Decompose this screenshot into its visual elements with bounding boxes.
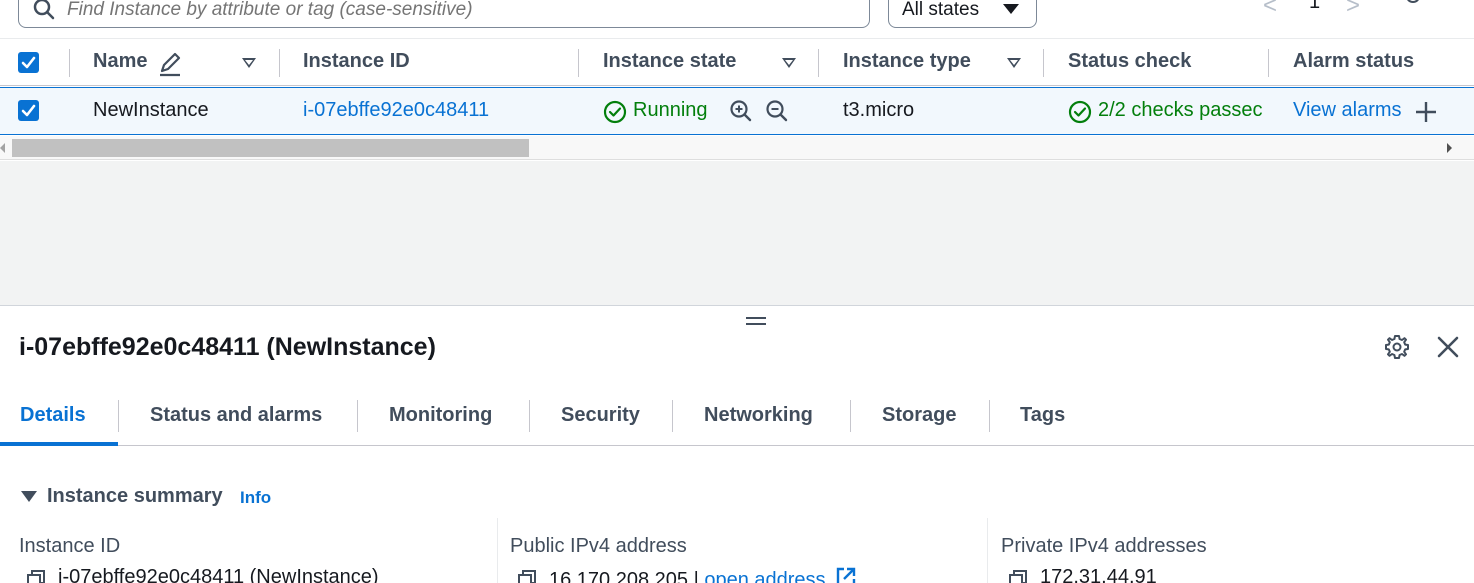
tab-separator [850,400,851,432]
table-empty-area [0,161,1474,306]
field-value-instance-id: i-07ebffe92e0c48411 (NewInstance) [58,566,379,583]
tab-separator [118,400,119,432]
tab-details[interactable]: Details [20,404,86,427]
open-address-link[interactable]: open address [704,569,825,583]
zoom-out-icon[interactable] [765,99,789,123]
horizontal-scrollbar[interactable] [0,136,1474,160]
column-header-name[interactable]: Name [93,50,147,73]
select-all-checkbox[interactable] [18,52,39,73]
sort-caret-icon[interactable] [1007,58,1021,68]
scrollbar-thumb[interactable] [12,139,529,157]
collapse-caret-icon[interactable] [21,491,37,502]
copy-icon[interactable] [1008,569,1028,583]
tab-separator [529,400,530,432]
tab-storage[interactable]: Storage [882,404,956,427]
tab-separator [989,400,990,432]
copy-icon[interactable] [517,569,537,583]
column-separator [69,49,70,77]
sort-caret-icon[interactable] [242,58,256,68]
instance-state-filter[interactable]: All states [888,0,1037,28]
checkmark-icon [21,104,36,117]
cell-name: NewInstance [93,99,209,121]
zoom-in-icon[interactable] [729,99,753,123]
column-header-instance-id[interactable]: Instance ID [303,50,410,73]
column-header-alarm-status[interactable]: Alarm status [1293,50,1414,73]
status-check-cell: 2/2 checks passec [1098,88,1268,134]
close-icon[interactable] [1436,335,1460,359]
column-divider [497,518,498,583]
section-title-instance-summary[interactable]: Instance summary [47,485,223,508]
split-panel-settings-gear-icon[interactable] [1384,334,1410,360]
search-box[interactable] [18,0,870,28]
tab-separator [672,400,673,432]
info-link[interactable]: Info [240,488,271,508]
column-separator[interactable] [279,49,280,77]
sort-caret-icon[interactable] [782,58,796,68]
column-separator[interactable] [1268,49,1269,77]
pagination-next-button[interactable]: > [1346,0,1360,20]
tab-networking[interactable]: Networking [704,404,813,427]
active-tab-indicator [0,442,118,446]
search-icon [33,0,55,20]
tab-separator [357,400,358,432]
copy-icon[interactable] [26,569,46,583]
split-panel-drag-handle[interactable] [746,317,766,329]
checkmark-icon [21,56,36,69]
cell-instance-type: t3.micro [843,99,915,121]
column-separator[interactable] [818,49,819,77]
view-alarms-link[interactable]: View alarms [1293,99,1402,122]
pagination-page-number[interactable]: 1 [1309,0,1320,14]
public-ipv4-address: 16.170.208.205 | [549,569,699,583]
success-check-circle-icon [603,100,627,124]
column-header-instance-state[interactable]: Instance state [603,50,736,73]
tab-monitoring[interactable]: Monitoring [389,404,492,427]
column-header-status-check[interactable]: Status check [1068,50,1191,73]
scroll-left-arrow-icon[interactable] [0,143,5,153]
details-tabs: Details Status and alarms Monitoring Sec… [0,388,1474,446]
field-label-instance-id: Instance ID [19,535,121,557]
row-checkbox[interactable] [18,100,39,121]
tab-status-and-alarms[interactable]: Status and alarms [150,404,322,427]
cell-instance-state: Running [633,99,708,121]
field-value-public-ipv4: 16.170.208.205 | open address [549,566,857,583]
pagination-prev-button[interactable]: < [1263,0,1277,20]
scroll-right-arrow-icon[interactable] [1447,143,1452,153]
field-label-private-ipv4: Private IPv4 addresses [1001,535,1207,557]
table-row[interactable]: NewInstance i-07ebffe92e0c48411 Running … [0,87,1474,135]
add-alarm-plus-icon[interactable] [1414,100,1438,124]
success-check-circle-icon [1068,100,1092,124]
cell-instance-id-link[interactable]: i-07ebffe92e0c48411 [303,99,489,122]
field-value-private-ipv4: 172.31.44.91 [1040,566,1157,583]
tab-tags[interactable]: Tags [1020,404,1065,427]
tab-security[interactable]: Security [561,404,640,427]
edit-pencil-icon [160,52,181,77]
search-input[interactable] [67,0,847,21]
column-header-instance-type[interactable]: Instance type [843,50,971,73]
details-panel-title: i-07ebffe92e0c48411 (NewInstance) [19,333,436,361]
column-separator[interactable] [1043,49,1044,77]
cell-status-check: 2/2 checks passec [1098,99,1263,121]
caret-down-icon [1003,4,1019,14]
table-header: Name Instance ID Instance state Instance… [0,38,1474,86]
state-filter-value: All states [902,0,980,20]
table-preferences-gear-icon[interactable] [1398,0,1428,14]
column-divider [987,518,988,583]
column-separator[interactable] [578,49,579,77]
field-label-public-ipv4: Public IPv4 address [510,535,687,557]
external-link-icon [836,567,856,583]
